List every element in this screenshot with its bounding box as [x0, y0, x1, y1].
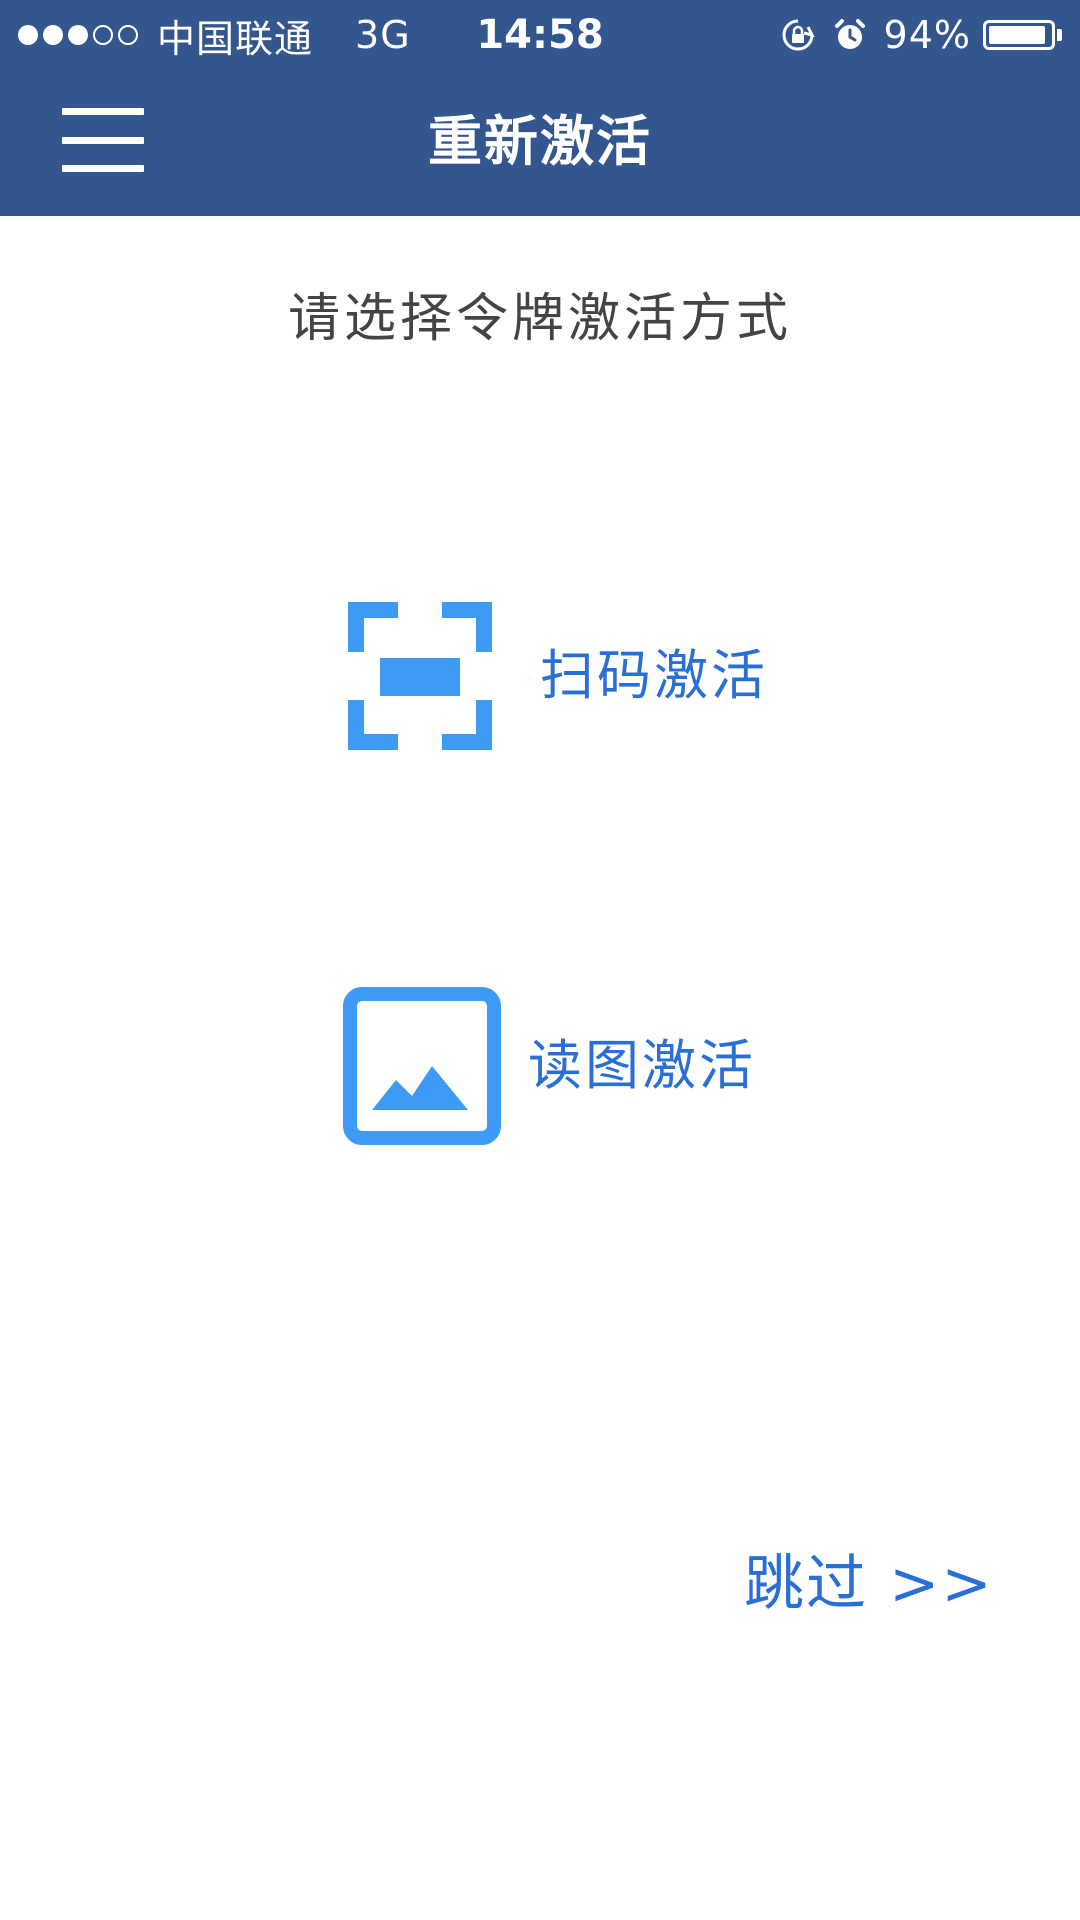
alarm-clock-icon — [834, 19, 865, 49]
battery-icon — [983, 20, 1055, 50]
scan-qr-icon — [348, 602, 492, 750]
battery-percentage: 94% — [883, 13, 971, 57]
app-header: 中国联通 3G 14:58 94% 重新激活 — [0, 0, 1080, 216]
skip-link[interactable]: 跳过 >> — [744, 1544, 994, 1624]
status-right: 94% — [780, 12, 1062, 58]
scan-activate-label: 扫码激活 — [540, 644, 768, 707]
status-bar: 中国联通 3G 14:58 94% — [0, 0, 1080, 70]
image-activate-label: 读图激活 — [528, 1034, 756, 1097]
image-activate-button[interactable]: 读图激活 — [342, 986, 756, 1146]
scan-activate-button[interactable]: 扫码激活 — [342, 598, 768, 754]
rotation-lock-icon — [782, 19, 815, 51]
image-icon — [343, 987, 501, 1145]
activation-method-prompt: 请选择令牌激活方式 — [287, 289, 792, 349]
battery-level — [989, 26, 1046, 44]
battery-tip — [1057, 29, 1062, 41]
nav-bar: 重新激活 — [0, 70, 1080, 216]
page-title: 重新激活 — [428, 110, 652, 173]
